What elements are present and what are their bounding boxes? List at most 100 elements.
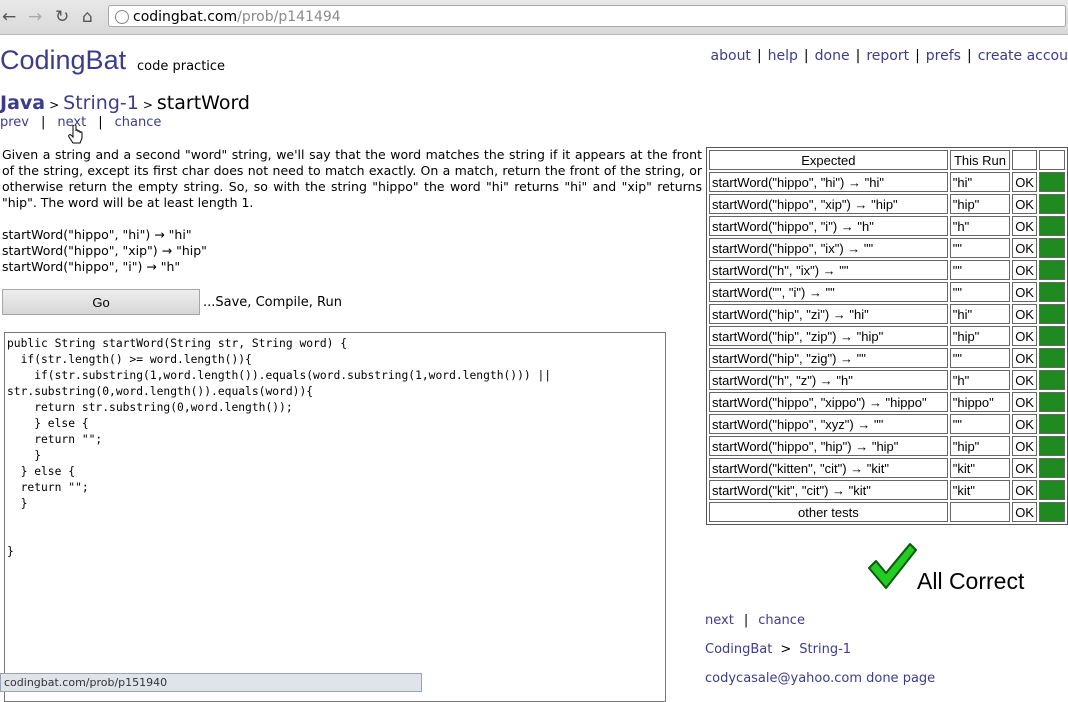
- problem-description: Given a string and a second "word" strin…: [2, 147, 702, 210]
- site-logo[interactable]: CodingBat: [0, 45, 126, 76]
- cell-status: OK: [1012, 436, 1037, 456]
- nav-create-account[interactable]: create accou: [978, 48, 1068, 64]
- table-row: startWord("hip", "zip") → "hip" "hip" OK: [709, 326, 1065, 346]
- go-button[interactable]: Go: [2, 289, 200, 315]
- nav-prefs[interactable]: prefs: [926, 48, 961, 64]
- cell-this-run: "hi": [949, 172, 1011, 192]
- cell-expected: startWord("hippo", "xip") → "hip": [709, 194, 948, 214]
- nav-report[interactable]: report: [866, 48, 909, 64]
- header-status: [1012, 150, 1037, 170]
- table-row: startWord("hippo", "i") → "h" "h" OK: [709, 216, 1065, 236]
- cell-status: OK: [1012, 260, 1037, 280]
- cell-status: OK: [1012, 414, 1037, 434]
- cell-expected: startWord("hippo", "i") → "h": [709, 216, 948, 236]
- pass-indicator: [1039, 437, 1064, 455]
- cell-status: OK: [1012, 172, 1037, 192]
- nav-done[interactable]: done: [815, 48, 850, 64]
- pass-indicator: [1039, 327, 1064, 345]
- cell-pass-bar: [1038, 282, 1065, 302]
- table-row: startWord("", "i") → "" "" OK: [709, 282, 1065, 302]
- cell-pass-bar: [1038, 502, 1065, 522]
- cell-this-run: "kit": [949, 458, 1011, 478]
- pass-indicator: [1039, 393, 1064, 411]
- breadcrumb: Java > String-1 > startWord: [0, 92, 250, 114]
- bottom-home-link[interactable]: CodingBat: [705, 642, 772, 657]
- cell-pass-bar: [1038, 172, 1065, 192]
- cell-expected: startWord("hip", "zig") → "": [709, 348, 948, 368]
- user-done-page-link[interactable]: codycasale@yahoo.com done page: [705, 671, 935, 686]
- breadcrumb-java[interactable]: Java: [0, 92, 45, 114]
- cell-pass-bar: [1038, 260, 1065, 280]
- cell-expected: startWord("h", "ix") → "": [709, 260, 948, 280]
- pass-indicator: [1039, 371, 1064, 389]
- go-hint: ...Save, Compile, Run: [203, 295, 342, 310]
- cell-pass-bar: [1038, 194, 1065, 214]
- status-bar: codingbat.com/prob/p151940: [0, 673, 422, 692]
- cell-pass-bar: [1038, 480, 1065, 500]
- checkmark-icon: [868, 543, 917, 589]
- cell-this-run: "": [949, 238, 1011, 258]
- back-arrow-icon[interactable]: ←: [2, 7, 16, 27]
- example-line: startWord("hippo", "hi") → "hi": [2, 227, 192, 242]
- pass-indicator: [1039, 305, 1064, 323]
- example-line: startWord("hippo", "xip") → "hip": [2, 243, 207, 258]
- pass-indicator: [1039, 459, 1064, 477]
- reload-icon[interactable]: ↻: [55, 7, 69, 27]
- forward-arrow-icon[interactable]: →: [28, 7, 42, 27]
- cell-pass-bar: [1038, 392, 1065, 412]
- table-row: startWord("hippo", "hip") → "hip" "hip" OK: [709, 436, 1065, 456]
- nav-help[interactable]: help: [768, 48, 798, 64]
- table-row: startWord("kitten", "cit") → "kit" "kit" O…: [709, 458, 1065, 478]
- cell-status: OK: [1012, 348, 1037, 368]
- cell-expected: startWord("kitten", "cit") → "kit": [709, 458, 948, 478]
- cell-expected: startWord("kit", "cit") → "kit": [709, 480, 948, 500]
- results-table: Expected This Run startWord("hippo", "hi…: [706, 147, 1068, 525]
- bottom-chance-link[interactable]: chance: [758, 613, 805, 628]
- nav-about[interactable]: about: [711, 48, 751, 64]
- cell-this-run: "": [949, 282, 1011, 302]
- header-expected: Expected: [709, 150, 948, 170]
- code-editor[interactable]: public String startWord(String str, Stri…: [4, 332, 666, 702]
- hand-cursor-icon: [68, 125, 83, 144]
- pass-indicator: [1039, 173, 1064, 191]
- cell-expected: startWord("h", "z") → "h": [709, 370, 948, 390]
- top-nav: about | help | done | report | prefs | create acco…: [710, 48, 1068, 64]
- pass-indicator: [1039, 415, 1064, 433]
- table-row: startWord("hippo", "hi") → "hi" "hi" OK: [709, 172, 1065, 192]
- cell-pass-bar: [1038, 436, 1065, 456]
- header-this-run: This Run: [949, 150, 1011, 170]
- cell-this-run: "hippo": [949, 392, 1011, 412]
- header-bar: [1038, 150, 1065, 170]
- cell-expected: startWord("hippo", "xippo") → "hippo": [709, 392, 948, 412]
- cell-status: OK: [1012, 282, 1037, 302]
- prev-link[interactable]: prev: [0, 115, 29, 130]
- home-icon[interactable]: ⌂: [82, 7, 93, 27]
- cell-status: OK: [1012, 194, 1037, 214]
- globe-icon: [115, 10, 129, 24]
- chance-link[interactable]: chance: [115, 115, 162, 130]
- cell-this-run: "": [949, 414, 1011, 434]
- address-bar[interactable]: codingbat.com/prob/p141494: [108, 5, 1066, 27]
- table-row: startWord("h", "ix") → "" "" OK: [709, 260, 1065, 280]
- cell-pass-bar: [1038, 238, 1065, 258]
- table-row: startWord("hippo", "xippo") → "hippo" "hi…: [709, 392, 1065, 412]
- cell-pass-bar: [1038, 348, 1065, 368]
- cell-this-run: "hip": [949, 436, 1011, 456]
- bottom-category-link[interactable]: String-1: [799, 642, 851, 657]
- pass-indicator: [1039, 481, 1064, 499]
- breadcrumb-string-1[interactable]: String-1: [63, 92, 139, 114]
- cell-this-run: "h": [949, 370, 1011, 390]
- url-host: codingbat.com: [133, 9, 238, 25]
- examples: startWord("hippo", "hi") → "hi" startWor…: [2, 227, 207, 275]
- cell-this-run: "": [949, 260, 1011, 280]
- bottom-next-link[interactable]: next: [705, 613, 734, 628]
- cell-pass-bar: [1038, 458, 1065, 478]
- cell-this-run: "hip": [949, 194, 1011, 214]
- pass-indicator: [1039, 283, 1064, 301]
- table-row: startWord("h", "z") → "h" "h" OK: [709, 370, 1065, 390]
- cell-status: OK: [1012, 326, 1037, 346]
- cell-this-run: [949, 502, 1011, 522]
- table-row: startWord("hippo", "xyz") → "" "" OK: [709, 414, 1065, 434]
- url-path: /prob/p141494: [237, 9, 341, 25]
- cell-pass-bar: [1038, 216, 1065, 236]
